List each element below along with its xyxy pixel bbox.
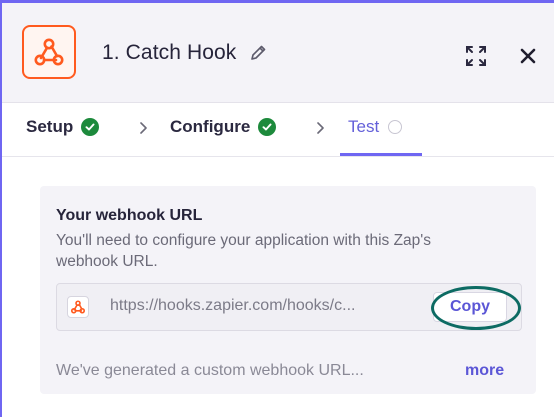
- tab-test[interactable]: Test: [348, 117, 403, 137]
- active-tab-indicator: [340, 153, 422, 156]
- chevron-right-icon: [317, 122, 324, 134]
- check-circle-icon: [258, 118, 277, 136]
- check-circle-icon: [81, 118, 100, 136]
- empty-circle-icon: [388, 120, 403, 134]
- step-tabs: Setup Configure Test: [2, 103, 554, 157]
- webhook-footer-text: We've generated a custom webhook URL...: [56, 362, 364, 379]
- more-link[interactable]: more: [465, 362, 504, 380]
- expand-icon: [466, 46, 486, 66]
- chevron-right-icon: [140, 122, 147, 134]
- tab-setup-label: Setup: [26, 117, 74, 136]
- copy-button[interactable]: Copy: [433, 292, 507, 322]
- webhook-description: You'll need to configure your applicatio…: [56, 232, 431, 270]
- tab-setup[interactable]: Setup: [26, 117, 100, 137]
- tab-test-label: Test: [348, 117, 380, 136]
- webhook-url-field[interactable]: https://hooks.zapier.com/hooks/c... Copy: [56, 283, 522, 331]
- webhook-heading: Your webhook URL: [56, 207, 203, 224]
- webhook-url-panel: Your webhook URL You'll need to configur…: [40, 186, 536, 394]
- step-title[interactable]: 1. Catch Hook: [102, 41, 236, 65]
- tab-configure-label: Configure: [170, 117, 251, 136]
- panel-header: 1. Catch Hook: [2, 3, 554, 103]
- tab-configure[interactable]: Configure: [170, 117, 277, 137]
- webhook-url-text[interactable]: https://hooks.zapier.com/hooks/c...: [110, 297, 355, 315]
- webhook-icon: [67, 296, 89, 318]
- close-button[interactable]: [514, 42, 542, 70]
- close-icon: [520, 48, 536, 64]
- zap-step-panel: 1. Catch Hook Setup Configure Test Your …: [0, 0, 554, 417]
- webhook-icon: [22, 25, 76, 79]
- expand-button[interactable]: [462, 42, 490, 70]
- pencil-icon[interactable]: [249, 44, 267, 62]
